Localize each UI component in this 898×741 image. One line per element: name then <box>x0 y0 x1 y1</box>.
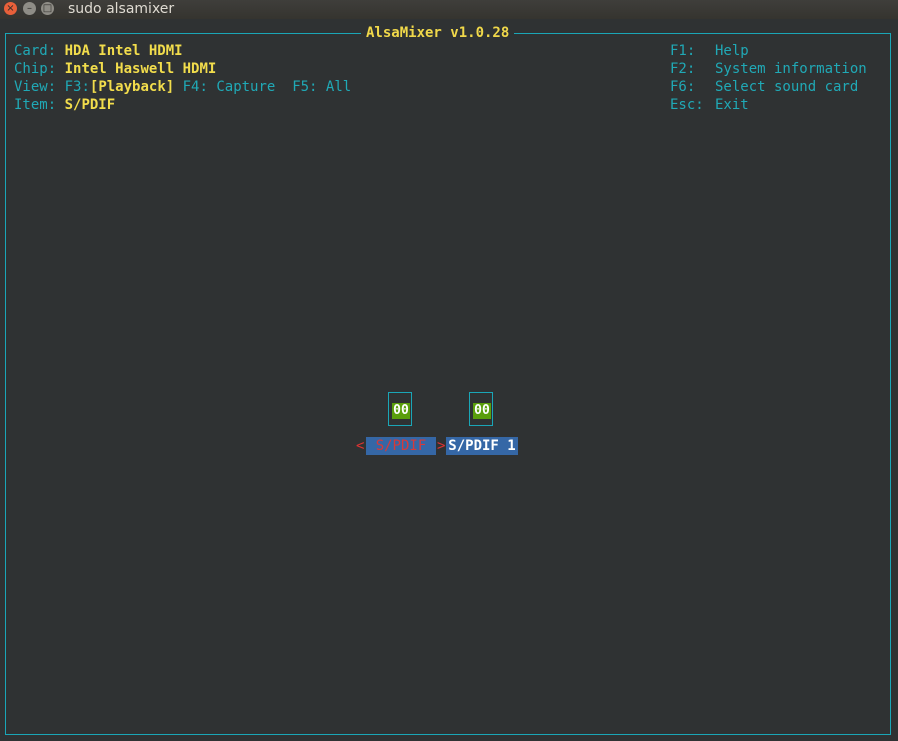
help-label: System information <box>715 61 867 77</box>
view-playback[interactable]: [Playback] <box>90 79 174 95</box>
item-value: S/PDIF <box>64 97 116 113</box>
help-key: F1: <box>670 43 696 59</box>
control-name-spdif-1[interactable]: S/PDIF 1 <box>446 437 518 455</box>
terminal-window: × – □ sudo alsamixer AlsaMixer v1.0.28 C… <box>0 0 898 741</box>
mixer-frame <box>5 33 891 735</box>
spdif-1-mute-toggle[interactable]: 00 <box>473 403 491 419</box>
view-line: View: F3:[Playback] F4: Capture F5: All <box>14 78 351 96</box>
help-f6[interactable]: F6: Select sound card <box>670 78 858 96</box>
selection-right-arrow: > <box>437 438 446 454</box>
help-key: Esc: <box>670 97 704 113</box>
app-title: AlsaMixer v1.0.28 <box>361 24 515 42</box>
control-name-spdif[interactable]: S/PDIF <box>366 437 436 455</box>
chip-value: Intel Haswell HDMI <box>64 61 217 77</box>
help-label: Exit <box>715 97 749 113</box>
spdif-mute-toggle[interactable]: 00 <box>392 403 410 419</box>
view-f3-key: F3: <box>64 79 90 95</box>
help-label: Select sound card <box>715 79 859 95</box>
chip-line: Chip: Intel Haswell HDMI <box>14 60 216 78</box>
selection-left-arrow: < <box>356 438 365 454</box>
help-f2[interactable]: F2: System information <box>670 60 867 78</box>
help-label: Help <box>715 43 749 59</box>
title-bar: × – □ sudo alsamixer <box>0 0 898 19</box>
maximize-window-button[interactable]: □ <box>41 2 54 15</box>
item-label: Item: <box>14 97 57 113</box>
chip-label: Chip: <box>14 61 57 77</box>
view-capture[interactable]: F4: Capture <box>183 79 276 95</box>
minimize-window-button[interactable]: – <box>23 2 36 15</box>
card-line: Card: HDA Intel HDMI <box>14 42 183 60</box>
close-window-button[interactable]: × <box>4 2 17 15</box>
help-key: F2: <box>670 61 696 77</box>
view-all[interactable]: F5: All <box>292 79 351 95</box>
view-label: View: <box>14 79 57 95</box>
help-f1[interactable]: F1: Help <box>670 42 749 60</box>
help-esc[interactable]: Esc: Exit <box>670 96 749 114</box>
window-title: sudo alsamixer <box>68 1 175 17</box>
help-key: F6: <box>670 79 696 95</box>
spdif-1-control[interactable]: 00 <box>469 392 493 426</box>
terminal-content[interactable]: AlsaMixer v1.0.28 Card: HDA Intel HDMI C… <box>0 19 898 741</box>
spdif-control[interactable]: 00 <box>388 392 412 426</box>
card-value: HDA Intel HDMI <box>64 43 183 59</box>
card-label: Card: <box>14 43 57 59</box>
item-line: Item: S/PDIF <box>14 96 115 114</box>
